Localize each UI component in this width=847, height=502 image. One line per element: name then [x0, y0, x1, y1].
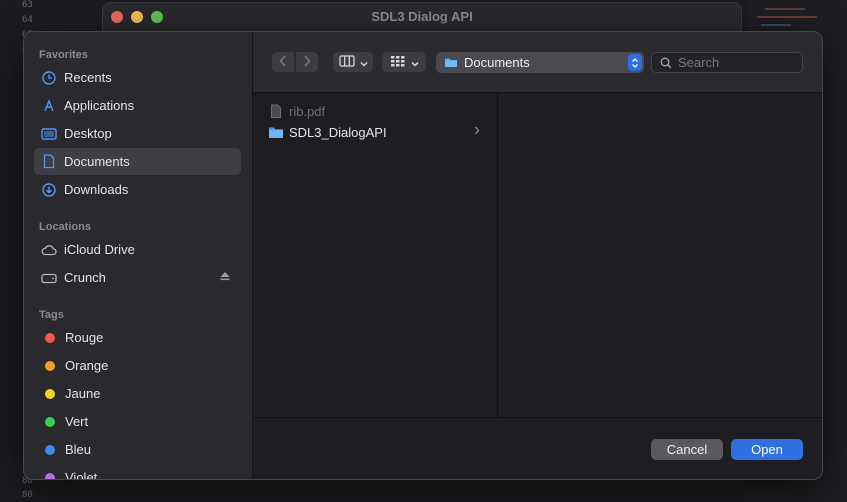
sidebar-item-label: Crunch [64, 270, 106, 285]
sidebar-item-tag-violet[interactable]: Violet [34, 464, 241, 480]
sidebar-item-label: Downloads [64, 182, 129, 197]
chevron-left-icon [279, 54, 287, 70]
sidebar-item-label: Jaune [65, 386, 101, 401]
sidebar-item-tag-bleu[interactable]: Bleu [34, 436, 241, 463]
folder-icon [444, 57, 458, 68]
sidebar-item-label: Vert [65, 414, 89, 429]
file-name: SDL3_DialogAPI [289, 124, 387, 140]
up-down-chevron-icon [628, 54, 642, 71]
sidebar-item-documents[interactable]: Documents [34, 148, 241, 175]
sidebar-item-label: Recents [64, 70, 112, 85]
dialog-footer: Cancel Open [253, 419, 822, 479]
sidebar-item-label: Documents [64, 154, 130, 169]
sidebar-item-label: Violet [65, 470, 98, 480]
dialog-toolbar: Documents [253, 32, 822, 93]
purple-tag-dot-icon [45, 472, 55, 479]
favorites-section-title: Favorites [39, 49, 88, 61]
view-mode-button[interactable] [333, 52, 373, 72]
clock-icon [41, 70, 57, 86]
chevron-right-icon [474, 126, 480, 138]
locations-section-title: Locations [39, 221, 91, 233]
sidebar-item-label: Rouge [65, 330, 104, 345]
tags-section-title: Tags [39, 309, 64, 321]
open-button[interactable]: Open [731, 439, 803, 460]
sidebar-item-label: iCloud Drive [64, 242, 135, 257]
back-button[interactable] [272, 52, 294, 72]
search-input[interactable] [678, 55, 798, 70]
location-label: Documents [464, 55, 530, 70]
search-icon [660, 57, 672, 69]
sidebar-item-tag-orange[interactable]: Orange [34, 352, 241, 379]
columns-view-icon [338, 54, 355, 70]
desktop-icon [41, 126, 57, 142]
applications-icon [41, 98, 57, 114]
line-number: 80 [22, 490, 33, 500]
sidebar-item-applications[interactable]: Applications [34, 92, 241, 119]
yellow-tag-dot-icon [45, 388, 55, 399]
file-name: rib.pdf [289, 103, 326, 119]
line-number: 63 [22, 0, 33, 10]
sidebar-item-label: Orange [65, 358, 109, 373]
browser-column: rib.pdf SDL3_DialogAPI [253, 93, 498, 417]
sidebar-item-downloads[interactable]: Downloads [34, 176, 241, 203]
sidebar-item-recents[interactable]: Recents [34, 64, 241, 91]
blue-tag-dot-icon [45, 444, 55, 455]
file-item-rib-pdf: rib.pdf [268, 101, 486, 121]
document-icon [41, 154, 57, 170]
chevron-down-icon [359, 55, 368, 70]
open-file-dialog: Favorites Recents Applications Desktop D… [23, 31, 823, 480]
forward-button[interactable] [296, 52, 318, 72]
sidebar-item-crunch[interactable]: Crunch [34, 264, 241, 291]
sidebar: Favorites Recents Applications Desktop D… [24, 32, 253, 479]
sidebar-item-tag-vert[interactable]: Vert [34, 408, 241, 435]
pdf-file-icon [268, 103, 284, 119]
cloud-icon [41, 242, 57, 258]
chevron-down-icon [410, 55, 419, 70]
line-number: 64 [22, 15, 33, 25]
group-by-button[interactable] [382, 52, 426, 72]
sidebar-item-label: Desktop [64, 126, 112, 141]
chevron-right-icon [303, 54, 311, 70]
grid-icon [390, 55, 406, 70]
sidebar-item-tag-rouge[interactable]: Rouge [34, 324, 241, 351]
sidebar-item-label: Applications [64, 98, 135, 113]
file-item-sdl3-dialogapi[interactable]: SDL3_DialogAPI [268, 122, 486, 142]
sidebar-item-icloud-drive[interactable]: iCloud Drive [34, 236, 241, 263]
orange-tag-dot-icon [45, 360, 55, 371]
download-icon [41, 182, 57, 198]
folder-icon [268, 124, 284, 140]
cancel-button[interactable]: Cancel [651, 439, 723, 460]
green-tag-dot-icon [45, 416, 55, 427]
eject-icon[interactable] [219, 270, 231, 284]
file-browser: rib.pdf SDL3_DialogAPI [253, 93, 822, 418]
sidebar-item-tag-jaune[interactable]: Jaune [34, 380, 241, 407]
search-field[interactable] [651, 52, 803, 73]
sidebar-item-label: Bleu [65, 442, 92, 457]
red-tag-dot-icon [45, 332, 55, 343]
location-popup[interactable]: Documents [436, 52, 644, 73]
parent-window-title: SDL3 Dialog API [371, 9, 473, 24]
drive-icon [41, 270, 57, 286]
sidebar-item-desktop[interactable]: Desktop [34, 120, 241, 147]
